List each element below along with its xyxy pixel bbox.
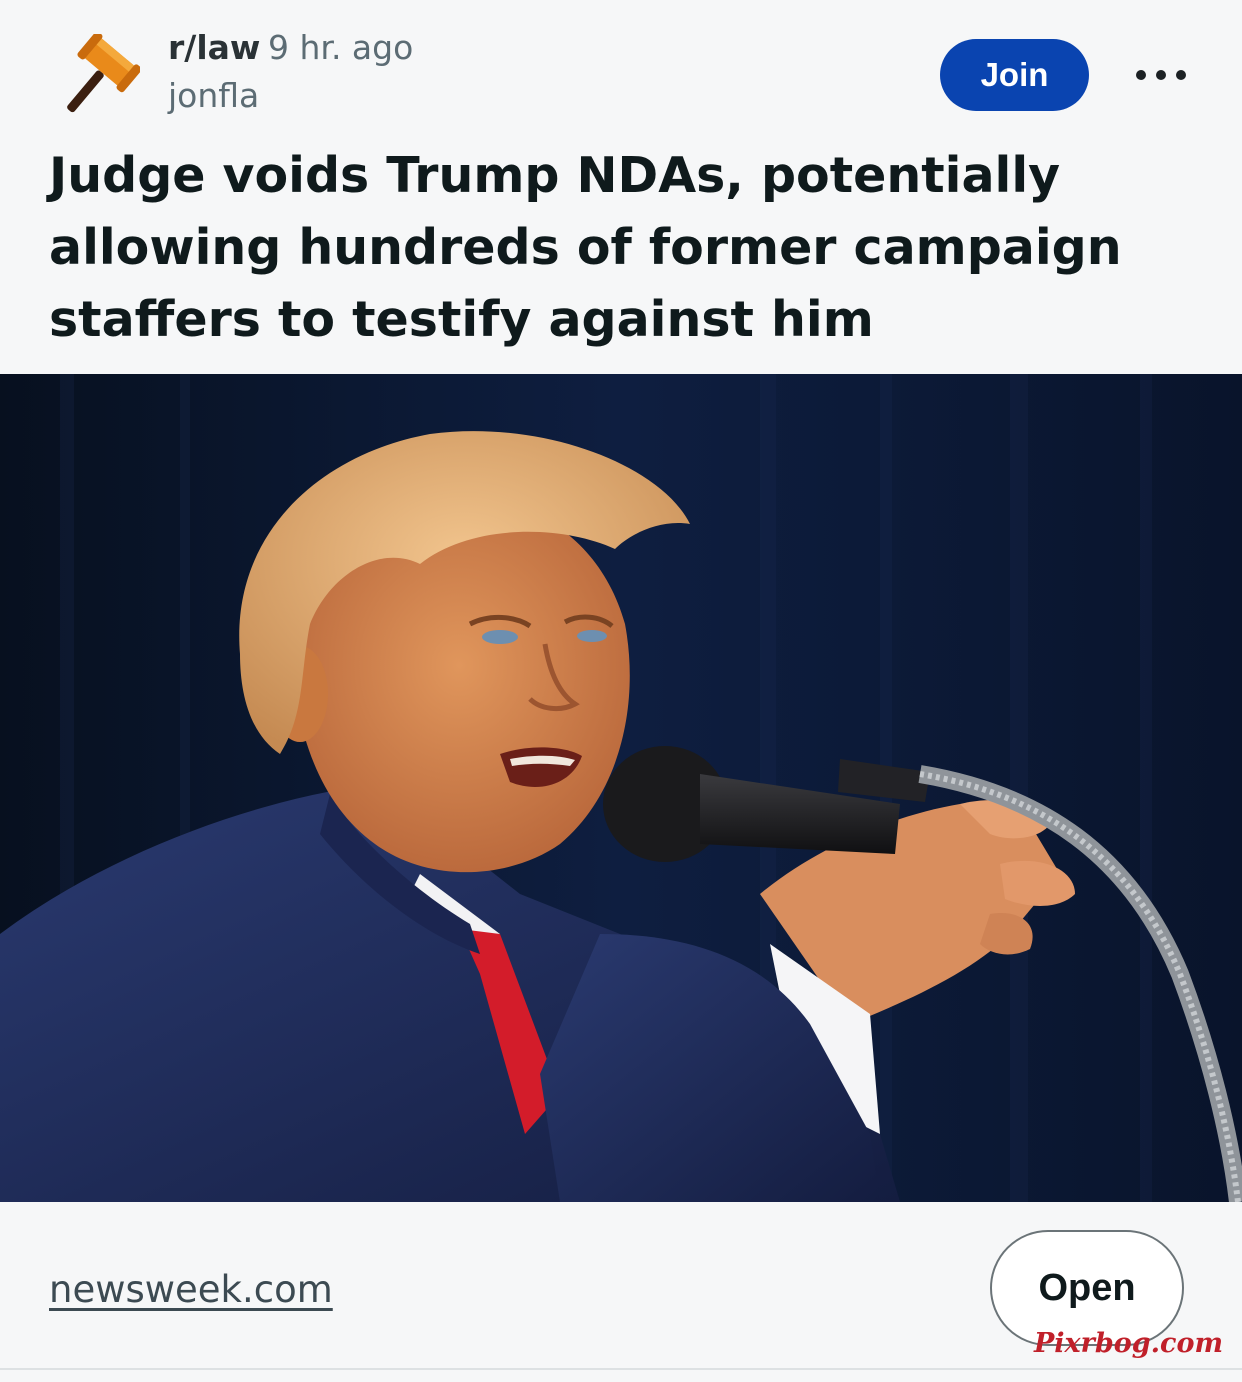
ellipsis-icon (1136, 70, 1146, 80)
post-author[interactable]: jonfla (168, 76, 259, 115)
gavel-icon[interactable] (52, 31, 142, 122)
post-header: r/law 9 hr. ago jonfla Join (0, 0, 1242, 120)
post-image[interactable] (0, 374, 1242, 1202)
divider (0, 1368, 1242, 1370)
post-age: 9 hr. ago (268, 28, 414, 67)
subreddit-name[interactable]: r/law (168, 28, 260, 67)
ellipsis-icon (1156, 70, 1166, 80)
more-options-button[interactable] (1136, 62, 1186, 88)
join-button[interactable]: Join (940, 39, 1089, 111)
link-domain[interactable]: newsweek.com (49, 1268, 333, 1311)
ellipsis-icon (1176, 70, 1186, 80)
post-title[interactable]: Judge voids Trump NDAs, potentially allo… (49, 140, 1189, 356)
watermark-text: Pixrbog.com (1034, 1328, 1224, 1359)
link-preview-bar: newsweek.com Open Pixrbog.com (0, 1202, 1242, 1370)
